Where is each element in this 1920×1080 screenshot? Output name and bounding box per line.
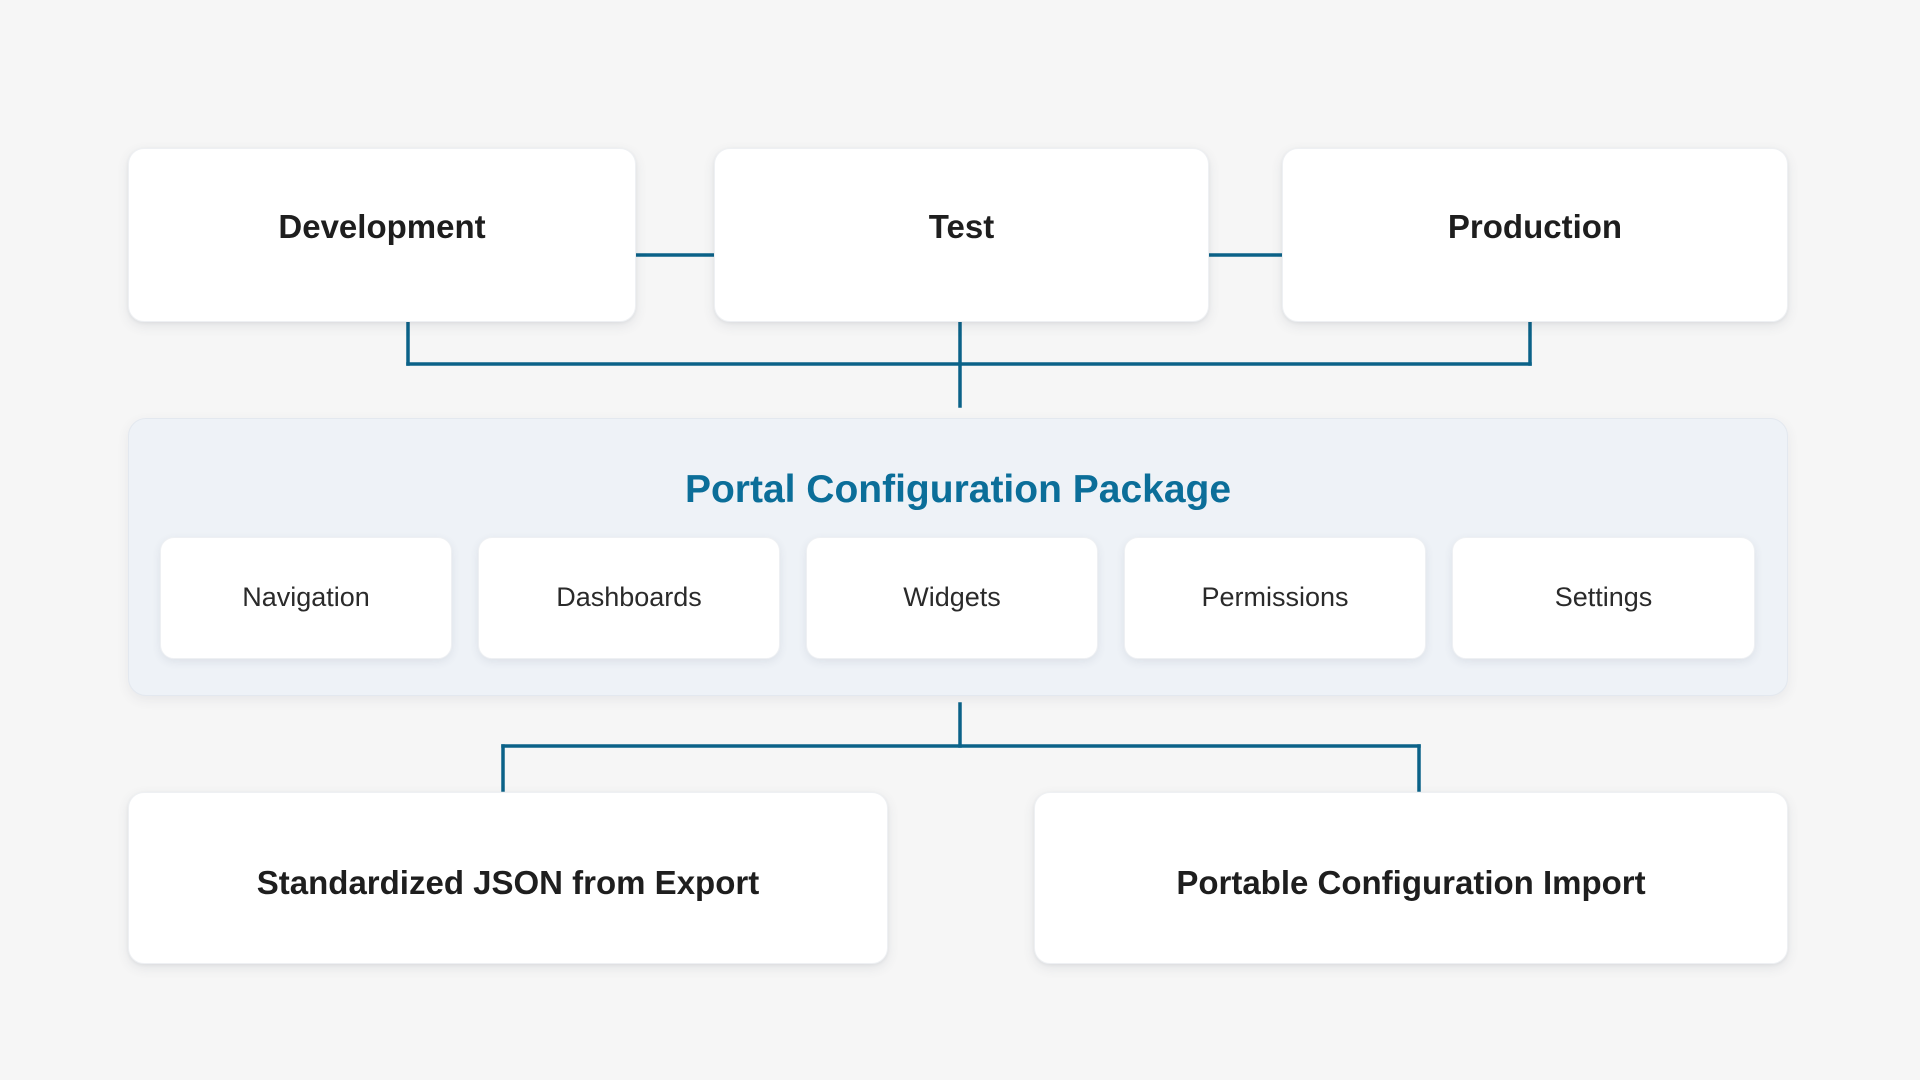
environment-card-test: Test bbox=[714, 148, 1209, 322]
module-label: Navigation bbox=[242, 582, 370, 612]
module-label: Dashboards bbox=[556, 582, 702, 612]
module-label: Widgets bbox=[903, 582, 1001, 612]
module-card-navigation: Navigation bbox=[160, 537, 452, 659]
module-card-widgets: Widgets bbox=[806, 537, 1098, 659]
module-card-dashboards: Dashboards bbox=[478, 537, 780, 659]
environment-card-development: Development bbox=[128, 148, 636, 322]
environment-label: Development bbox=[278, 208, 486, 245]
output-card-import: Portable Configuration Import bbox=[1034, 792, 1788, 964]
package-title: Portal Configuration Package bbox=[684, 468, 1232, 511]
module-label: Settings bbox=[1554, 582, 1653, 612]
environment-card-production: Production bbox=[1282, 148, 1788, 322]
output-label: Standardized JSON from Export bbox=[256, 864, 760, 901]
output-card-export: Standardized JSON from Export bbox=[128, 792, 888, 964]
environment-label: Test bbox=[928, 208, 995, 245]
environment-label: Production bbox=[1447, 208, 1623, 245]
configuration-package-panel: Portal Configuration Package Navigation … bbox=[128, 418, 1788, 696]
module-card-permissions: Permissions bbox=[1124, 537, 1426, 659]
output-label: Portable Configuration Import bbox=[1176, 864, 1646, 901]
module-card-settings: Settings bbox=[1452, 537, 1755, 659]
module-label: Permissions bbox=[1201, 582, 1349, 612]
